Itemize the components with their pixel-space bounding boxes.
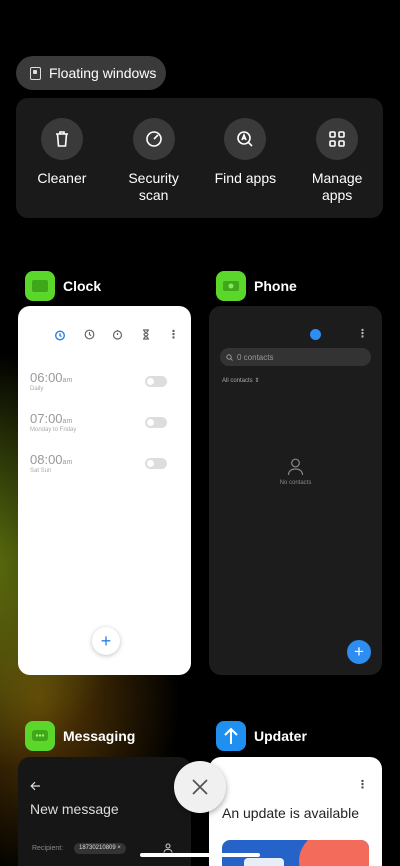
security-scan-line1: Security <box>128 170 179 186</box>
home-indicator[interactable] <box>140 853 260 857</box>
messaging-app-card[interactable]: New message Recipient: 18730210809 × <box>18 757 191 866</box>
phone-more-icon[interactable]: ⋮ <box>357 327 368 340</box>
updater-app-header[interactable]: Updater <box>216 721 307 751</box>
clock-more-icon[interactable]: ⋮ <box>168 328 179 341</box>
updater-app-name: Updater <box>254 728 307 744</box>
security-scan-label: Security scan <box>128 170 179 204</box>
floating-window-icon <box>30 66 41 80</box>
contacts-filter-label: All contacts <box>222 378 253 384</box>
updater-app-icon <box>216 721 246 751</box>
contacts-search-input[interactable]: 0 contacts <box>220 348 371 366</box>
recipient-label: Recipient: <box>32 845 64 852</box>
update-available-text: An update is available <box>222 805 359 821</box>
find-apps-label: Find apps <box>214 170 277 186</box>
cleaner-label: Cleaner <box>37 170 87 186</box>
close-icon <box>192 779 208 795</box>
find-apps-button[interactable]: Find apps <box>205 118 285 187</box>
updater-app-card[interactable]: ⋮ An update is available <box>209 757 382 866</box>
security-scan-line2: scan <box>138 187 169 203</box>
trash-icon <box>40 118 83 160</box>
floating-windows-button[interactable]: Floating windows <box>16 56 166 90</box>
cleaner-button[interactable]: Cleaner <box>22 118 102 187</box>
add-recipient-icon[interactable] <box>163 843 173 853</box>
add-alarm-button[interactable]: + <box>92 627 120 655</box>
updater-more-icon[interactable]: ⋮ <box>357 778 368 791</box>
clock-app-card[interactable]: ⋮ 06:00am Daily 07:00am Monday to Friday… <box>18 306 191 675</box>
phone-app-name: Phone <box>254 278 297 294</box>
messaging-app-name: Messaging <box>63 728 136 744</box>
quick-actions-panel: Cleaner Security scan Find apps Manage a… <box>16 98 383 218</box>
security-scan-button[interactable]: Security scan <box>114 118 194 204</box>
person-icon <box>287 458 304 476</box>
search-icon <box>226 353 233 361</box>
world-clock-icon[interactable] <box>84 329 95 340</box>
contacts-tab-icon[interactable] <box>310 329 321 340</box>
alarm-toggle[interactable] <box>145 417 167 428</box>
phone-app-header[interactable]: Phone <box>216 271 297 301</box>
alarm-icon[interactable] <box>54 329 66 341</box>
alarm-toggle[interactable] <box>145 458 167 469</box>
alarm-row[interactable]: 07:00am Monday to Friday <box>30 411 179 445</box>
recipient-number: 18730210809 <box>79 845 116 851</box>
add-contact-button[interactable]: + <box>347 640 371 664</box>
grid-icon <box>316 118 359 160</box>
find-apps-icon <box>224 118 267 160</box>
clock-app-header[interactable]: Clock <box>25 271 101 301</box>
messaging-app-header[interactable]: Messaging <box>25 721 135 751</box>
back-arrow-icon[interactable] <box>30 781 41 791</box>
manage-apps-label: Manage apps <box>312 170 363 204</box>
contacts-filter[interactable]: All contacts ⇕ <box>222 377 259 384</box>
floating-windows-label: Floating windows <box>49 65 157 81</box>
messaging-app-icon <box>25 721 55 751</box>
alarm-toggle[interactable] <box>145 376 167 387</box>
alarm-row[interactable]: 06:00am Daily <box>30 370 179 404</box>
close-all-button[interactable] <box>174 761 226 813</box>
shield-scan-icon <box>132 118 175 160</box>
manage-apps-line1: Manage <box>311 170 363 186</box>
phone-app-card[interactable]: ⋮ 0 contacts All contacts ⇕ No contacts … <box>209 306 382 675</box>
contacts-search-placeholder: 0 contacts <box>237 352 274 362</box>
no-contacts-text: No contacts <box>279 480 312 486</box>
recipient-chip[interactable]: 18730210809 × <box>74 843 126 854</box>
clock-app-icon <box>25 271 55 301</box>
alarm-row[interactable]: 08:00am Sat Sun <box>30 452 179 486</box>
new-message-title: New message <box>30 801 119 817</box>
clock-tabs: ⋮ <box>54 328 179 341</box>
timer-icon[interactable] <box>141 329 151 340</box>
manage-apps-line2: apps <box>321 187 353 203</box>
phone-app-icon <box>216 271 246 301</box>
stopwatch-icon[interactable] <box>112 329 123 340</box>
manage-apps-button[interactable]: Manage apps <box>297 118 377 204</box>
clock-app-name: Clock <box>63 278 102 294</box>
